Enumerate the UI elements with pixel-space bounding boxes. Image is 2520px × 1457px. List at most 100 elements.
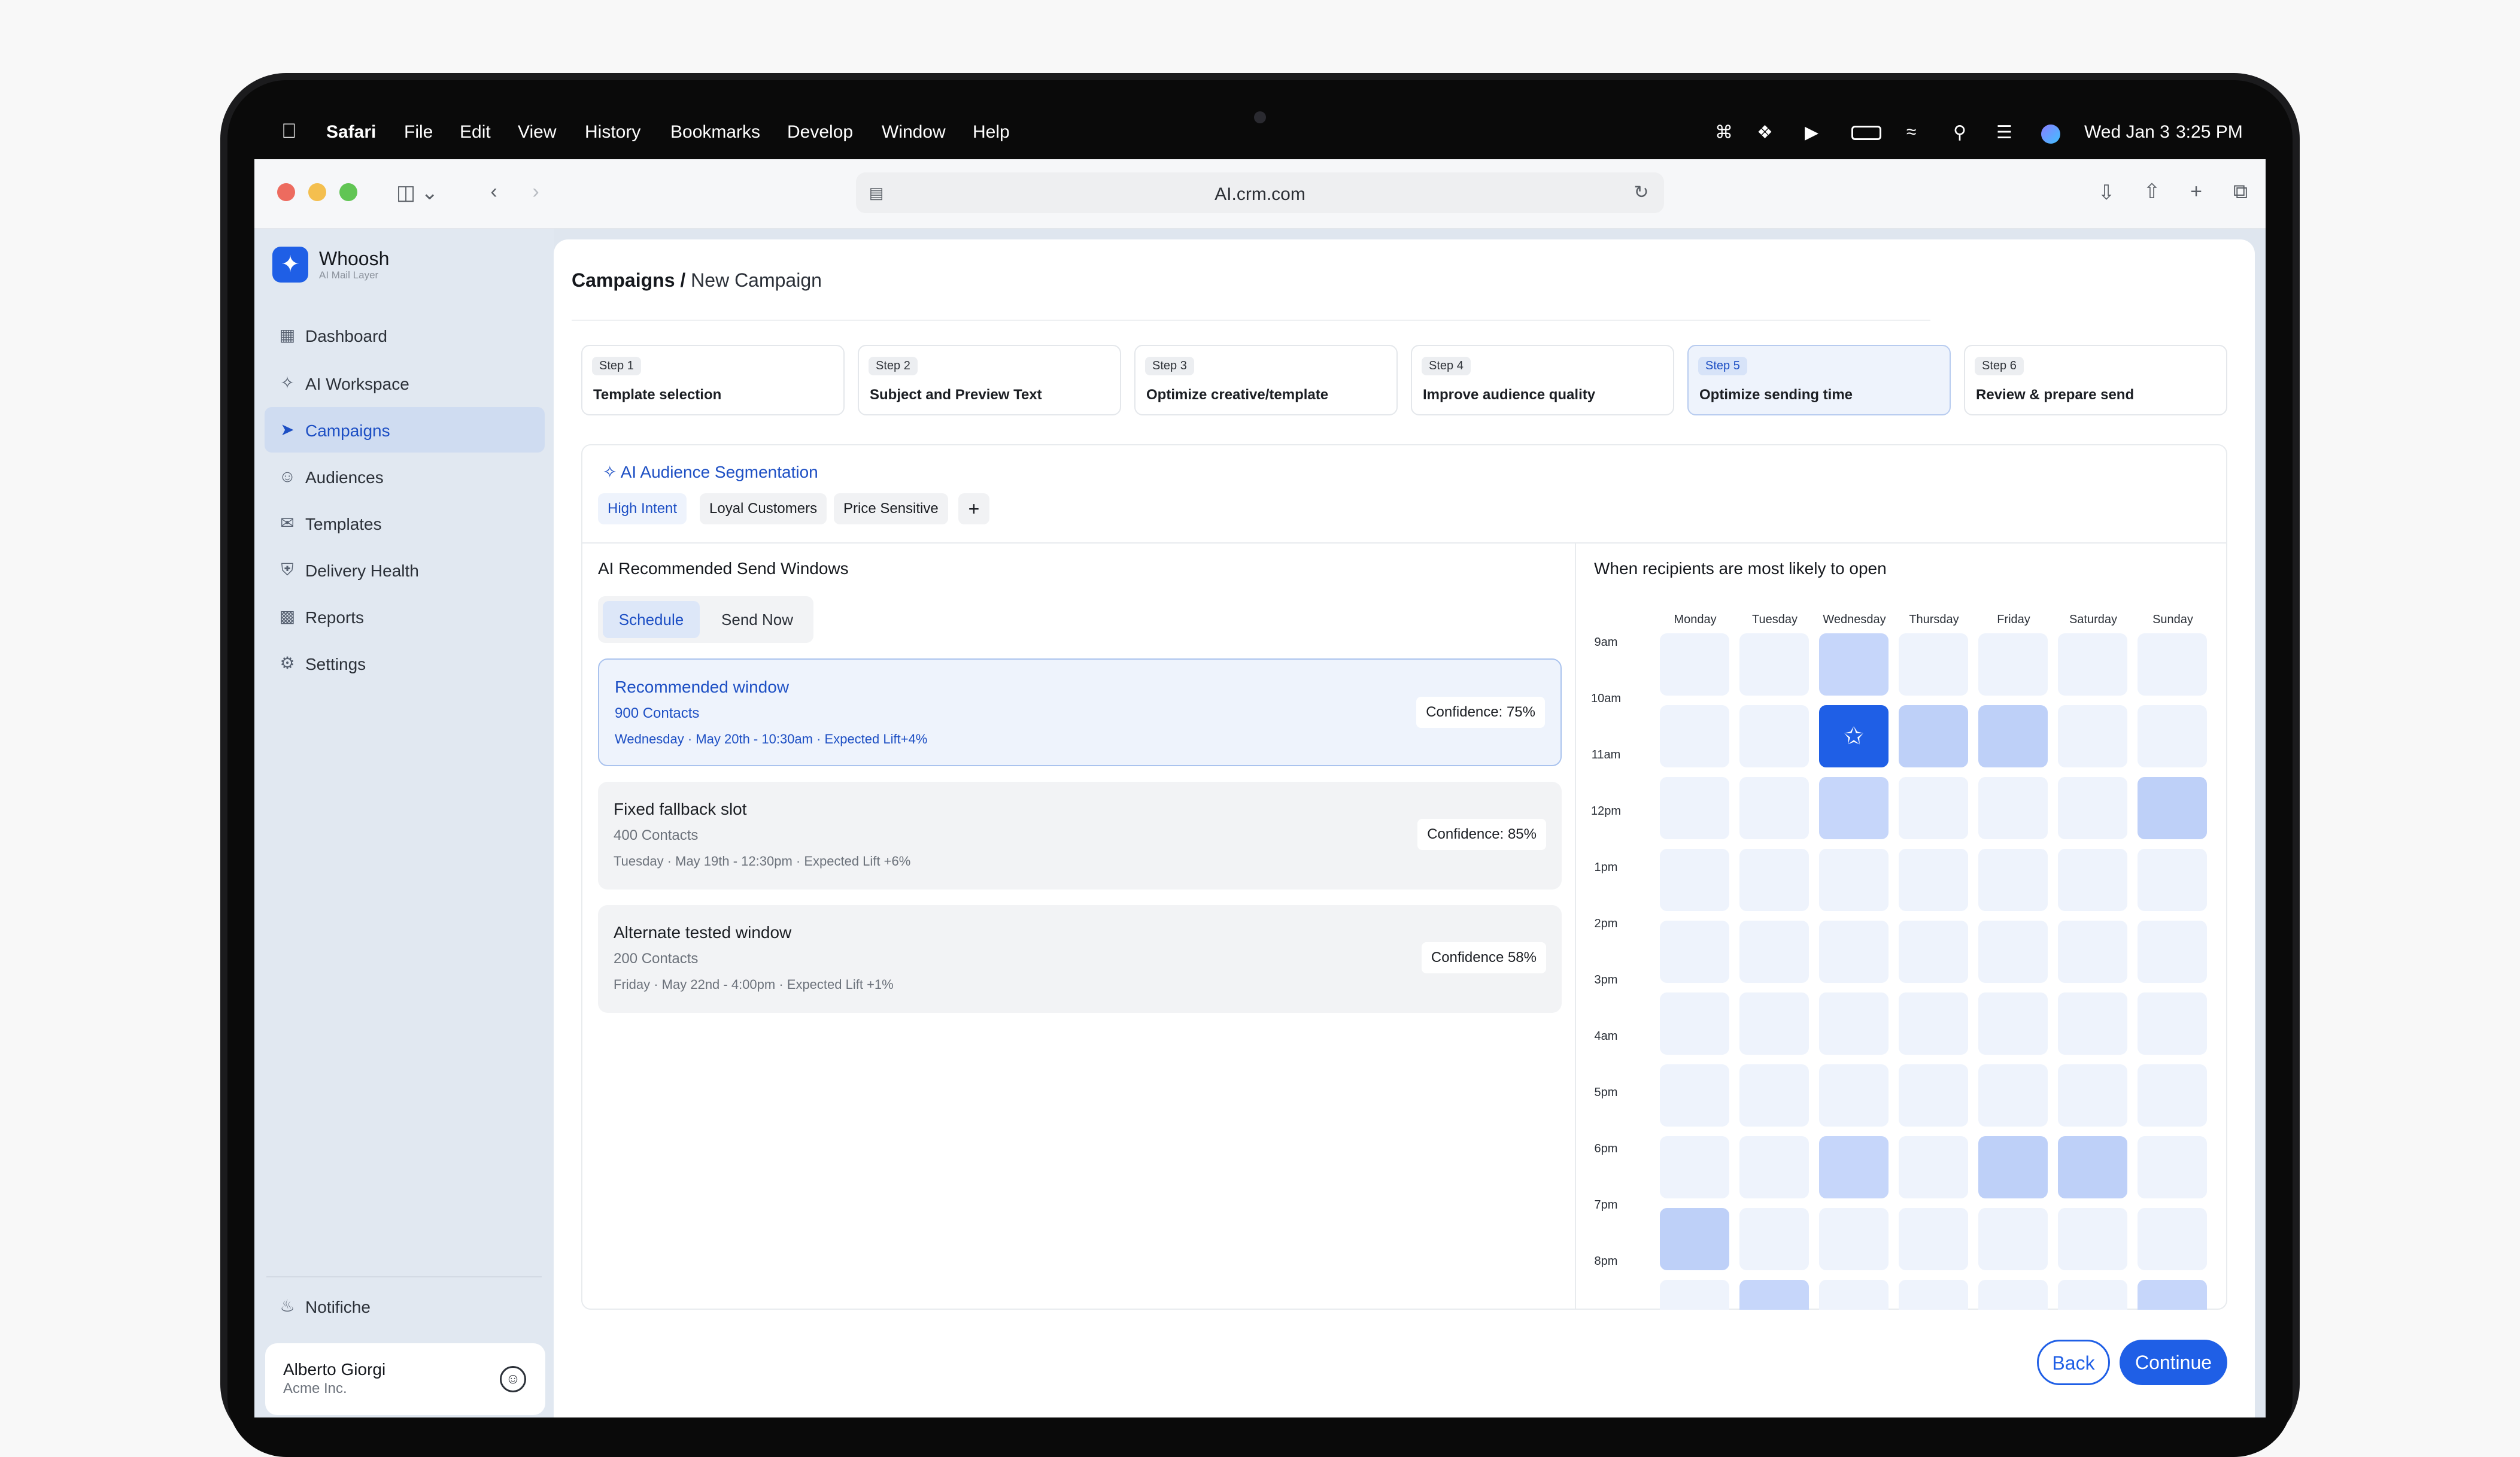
- sidebar-item-dashboard[interactable]: ▦ Dashboard: [265, 312, 545, 358]
- heatmap-cell[interactable]: [2058, 1208, 2127, 1270]
- heatmap-cell[interactable]: [1819, 1280, 1889, 1310]
- sidebar-item-ai-workspace[interactable]: ✧ AI Workspace: [265, 360, 545, 406]
- heatmap-cell[interactable]: [2058, 992, 2127, 1055]
- heatmap-cell[interactable]: [1660, 849, 1729, 911]
- segment-chip-high-intent[interactable]: High Intent: [598, 493, 687, 524]
- minimize-window-button[interactable]: [308, 183, 326, 201]
- user-card[interactable]: Alberto Giorgi Acme Inc. ☺: [265, 1343, 545, 1415]
- heatmap-cell[interactable]: [2058, 1136, 2127, 1198]
- download-icon[interactable]: ⇩: [2093, 181, 2120, 205]
- heatmap-cell[interactable]: [1739, 705, 1809, 767]
- battery-icon[interactable]: [1851, 126, 1881, 140]
- heatmap-cell[interactable]: [1899, 777, 1968, 839]
- heatmap-cell-best[interactable]: ✩: [1819, 705, 1889, 767]
- heatmap-cell[interactable]: [1978, 1208, 2048, 1270]
- heatmap-cell[interactable]: [1739, 1208, 1809, 1270]
- step-1[interactable]: Step 1 Template selection: [581, 345, 845, 415]
- heatmap-cell[interactable]: [1739, 992, 1809, 1055]
- sidebar-item-audiences[interactable]: ☺ Audiences: [265, 454, 545, 499]
- menu-develop[interactable]: Develop: [787, 122, 853, 142]
- heatmap-cell[interactable]: [1819, 921, 1889, 983]
- heatmap-cell[interactable]: [1978, 1136, 2048, 1198]
- heatmap-cell[interactable]: [2138, 777, 2207, 839]
- new-tab-icon[interactable]: +: [2183, 180, 2209, 204]
- heatmap-cell[interactable]: [1739, 777, 1809, 839]
- step-3[interactable]: Step 3 Optimize creative/template: [1134, 345, 1398, 415]
- heatmap-cell[interactable]: [1978, 633, 2048, 696]
- continue-button[interactable]: Continue: [2120, 1340, 2227, 1385]
- menu-history[interactable]: History: [585, 122, 640, 142]
- heatmap-cell[interactable]: [1819, 1064, 1889, 1127]
- heatmap-cell[interactable]: [1819, 633, 1889, 696]
- tab-schedule[interactable]: Schedule: [603, 601, 700, 638]
- heatmap-cell[interactable]: [1899, 1136, 1968, 1198]
- heatmap-cell[interactable]: [2058, 849, 2127, 911]
- heatmap-cell[interactable]: [1899, 1064, 1968, 1127]
- heatmap-cell[interactable]: [2058, 921, 2127, 983]
- heatmap-cell[interactable]: [1978, 705, 2048, 767]
- heatmap-cell[interactable]: [2138, 705, 2207, 767]
- address-bar[interactable]: ▤ AI.crm.com ↻: [856, 172, 1664, 213]
- menu-bookmarks[interactable]: Bookmarks: [670, 122, 760, 142]
- step-5[interactable]: Step 5 Optimize sending time: [1687, 345, 1951, 415]
- heatmap-cell[interactable]: [1660, 1280, 1729, 1310]
- heatmap-cell[interactable]: [1739, 1280, 1809, 1310]
- heatmap-cell[interactable]: [2058, 705, 2127, 767]
- heatmap-cell[interactable]: [2138, 992, 2207, 1055]
- step-4[interactable]: Step 4 Improve audience quality: [1411, 345, 1674, 415]
- apple-icon[interactable]: : [281, 120, 297, 143]
- menu-view[interactable]: View: [518, 122, 556, 142]
- heatmap-cell[interactable]: [1899, 1280, 1968, 1310]
- heatmap-cell[interactable]: [2138, 921, 2207, 983]
- add-segment-button[interactable]: +: [958, 493, 989, 524]
- sidebar-toggle-icon[interactable]: ◫ ⌄: [393, 181, 441, 205]
- search-icon[interactable]: ⚲: [1953, 122, 1966, 143]
- heatmap-cell[interactable]: [1899, 633, 1968, 696]
- share-icon[interactable]: ⇧: [2139, 180, 2165, 204]
- sidebar-item-notifications[interactable]: ♨ Notifiche: [265, 1283, 545, 1329]
- forward-arrow-icon[interactable]: ›: [524, 180, 548, 204]
- heatmap-cell[interactable]: [2138, 1064, 2207, 1127]
- menu-app-name[interactable]: Safari: [326, 122, 376, 142]
- segment-chip-price-sensitive[interactable]: Price Sensitive: [834, 493, 948, 524]
- heatmap-cell[interactable]: [1739, 921, 1809, 983]
- heatmap-cell[interactable]: [1739, 849, 1809, 911]
- keyboard-icon[interactable]: ⌘: [1715, 122, 1733, 143]
- heatmap-cell[interactable]: [2058, 1064, 2127, 1127]
- back-button[interactable]: Back: [2037, 1340, 2110, 1385]
- menu-time[interactable]: 3:25 PM: [2176, 122, 2243, 142]
- heatmap-cell[interactable]: [2138, 1136, 2207, 1198]
- heatmap-cell[interactable]: [2138, 633, 2207, 696]
- heatmap-cell[interactable]: [1819, 992, 1889, 1055]
- heatmap-cell[interactable]: [1660, 1064, 1729, 1127]
- menu-edit[interactable]: Edit: [460, 122, 491, 142]
- heatmap-cell[interactable]: [1819, 849, 1889, 911]
- heatmap-cell[interactable]: [1739, 1064, 1809, 1127]
- heatmap-cell[interactable]: [1660, 921, 1729, 983]
- heatmap-cell[interactable]: [1899, 705, 1968, 767]
- heatmap-cell[interactable]: [1899, 1208, 1968, 1270]
- heatmap-cell[interactable]: [1660, 633, 1729, 696]
- heatmap-cell[interactable]: [2058, 777, 2127, 839]
- sidebar-item-settings[interactable]: ⚙ Settings: [265, 641, 545, 686]
- heatmap-cell[interactable]: [1899, 849, 1968, 911]
- heatmap-cell[interactable]: [2138, 1280, 2207, 1310]
- step-2[interactable]: Step 2 Subject and Preview Text: [858, 345, 1121, 415]
- heatmap-cell[interactable]: [1899, 992, 1968, 1055]
- heatmap-cell[interactable]: [2058, 633, 2127, 696]
- window-card-alternate[interactable]: Alternate tested window 200 Contacts Fri…: [598, 905, 1562, 1013]
- heatmap-cell[interactable]: [1978, 777, 2048, 839]
- close-window-button[interactable]: [277, 183, 295, 201]
- sidebar-item-campaigns[interactable]: ➤ Campaigns: [265, 407, 545, 453]
- heatmap-cell[interactable]: [1660, 1136, 1729, 1198]
- reload-icon[interactable]: ↻: [1629, 181, 1653, 205]
- sidebar-item-reports[interactable]: ▩ Reports: [265, 594, 545, 639]
- window-card-recommended[interactable]: Recommended window 900 Contacts Wednesda…: [598, 658, 1562, 766]
- sidebar-item-templates[interactable]: ✉ Templates: [265, 500, 545, 546]
- heatmap-cell[interactable]: [1978, 921, 2048, 983]
- menu-help[interactable]: Help: [973, 122, 1010, 142]
- segment-chip-loyal-customers[interactable]: Loyal Customers: [700, 493, 827, 524]
- breadcrumb-parent[interactable]: Campaigns /: [572, 269, 685, 291]
- menu-date[interactable]: Wed Jan 3: [2084, 122, 2170, 142]
- account-icon[interactable]: ☺: [500, 1366, 526, 1392]
